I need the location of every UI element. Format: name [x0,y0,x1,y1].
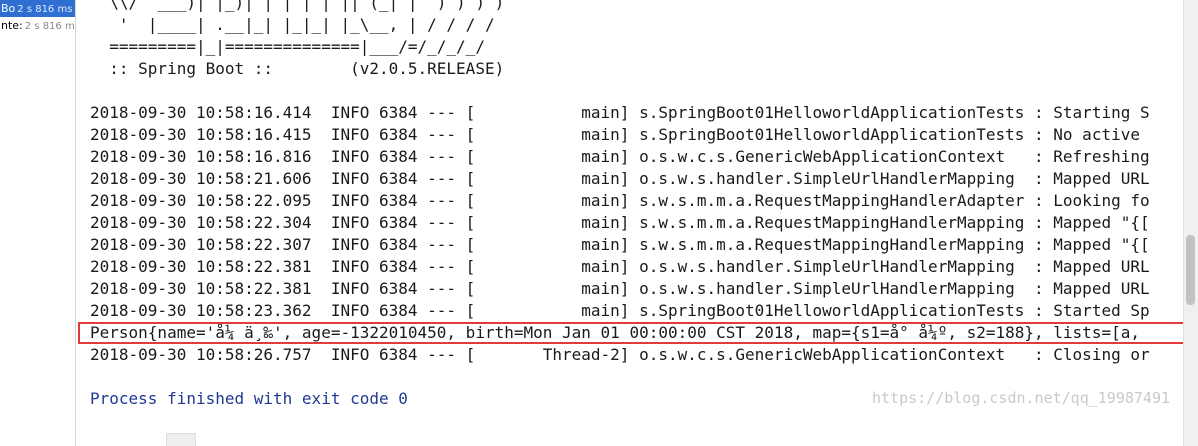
log-line: 2018-09-30 10:58:22.304 INFO 6384 --- [ … [90,213,1150,232]
log-line: 2018-09-30 10:58:21.606 INFO 6384 --- [ … [90,169,1150,188]
log-line: 2018-09-30 10:58:26.757 INFO 6384 --- [ … [90,345,1150,364]
spring-banner-line: =========|_|==============|___/=/_/_/_/ [90,37,485,56]
log-line: 2018-09-30 10:58:22.381 INFO 6384 --- [ … [90,279,1150,298]
test-name: Bo [1,2,16,15]
test-duration: 2 s 816 ms [24,21,75,32]
horizontal-scrollbar-thumb[interactable] [166,433,196,446]
spring-boot-version: :: Spring Boot :: (v2.0.5.RELEASE) [90,59,505,78]
test-result-row[interactable]: nte: 2 s 816 ms [0,17,75,34]
test-name: nte: [1,19,23,32]
log-line: 2018-09-30 10:58:22.381 INFO 6384 --- [ … [90,257,1150,276]
test-result-row[interactable]: Bo 2 s 816 ms [0,0,75,17]
spring-banner-line: ' |____| .__|_| |_|_| |_\__, | / / / / [90,15,495,34]
watermark: https://blog.csdn.net/qq_19987491 [871,389,1170,407]
log-line: 2018-09-30 10:58:16.414 INFO 6384 --- [ … [90,103,1150,122]
person-output-line: Person{name='å¼ ä¸‰', age=-1322010450, b… [90,323,1140,342]
test-runner-panel: Bo 2 s 816 ms nte: 2 s 816 ms [0,0,76,446]
console-output[interactable]: \\/ ___)| |_)| | | | | || (_| | ) ) ) ) … [76,0,1184,446]
log-line: 2018-09-30 10:58:16.415 INFO 6384 --- [ … [90,125,1140,144]
log-line: 2018-09-30 10:58:22.095 INFO 6384 --- [ … [90,191,1150,210]
log-line: 2018-09-30 10:58:23.362 INFO 6384 --- [ … [90,301,1150,320]
scrollbar-thumb[interactable] [1186,235,1195,305]
log-line: 2018-09-30 10:58:22.307 INFO 6384 --- [ … [90,235,1150,254]
spring-banner-line: \\/ ___)| |_)| | | | | || (_| | ) ) ) ) [90,0,505,12]
log-line: 2018-09-30 10:58:16.816 INFO 6384 --- [ … [90,147,1150,166]
process-finished-message: Process finished with exit code 0 [90,389,408,408]
test-duration: 2 s 816 ms [17,4,73,15]
vertical-scrollbar[interactable] [1183,0,1198,446]
